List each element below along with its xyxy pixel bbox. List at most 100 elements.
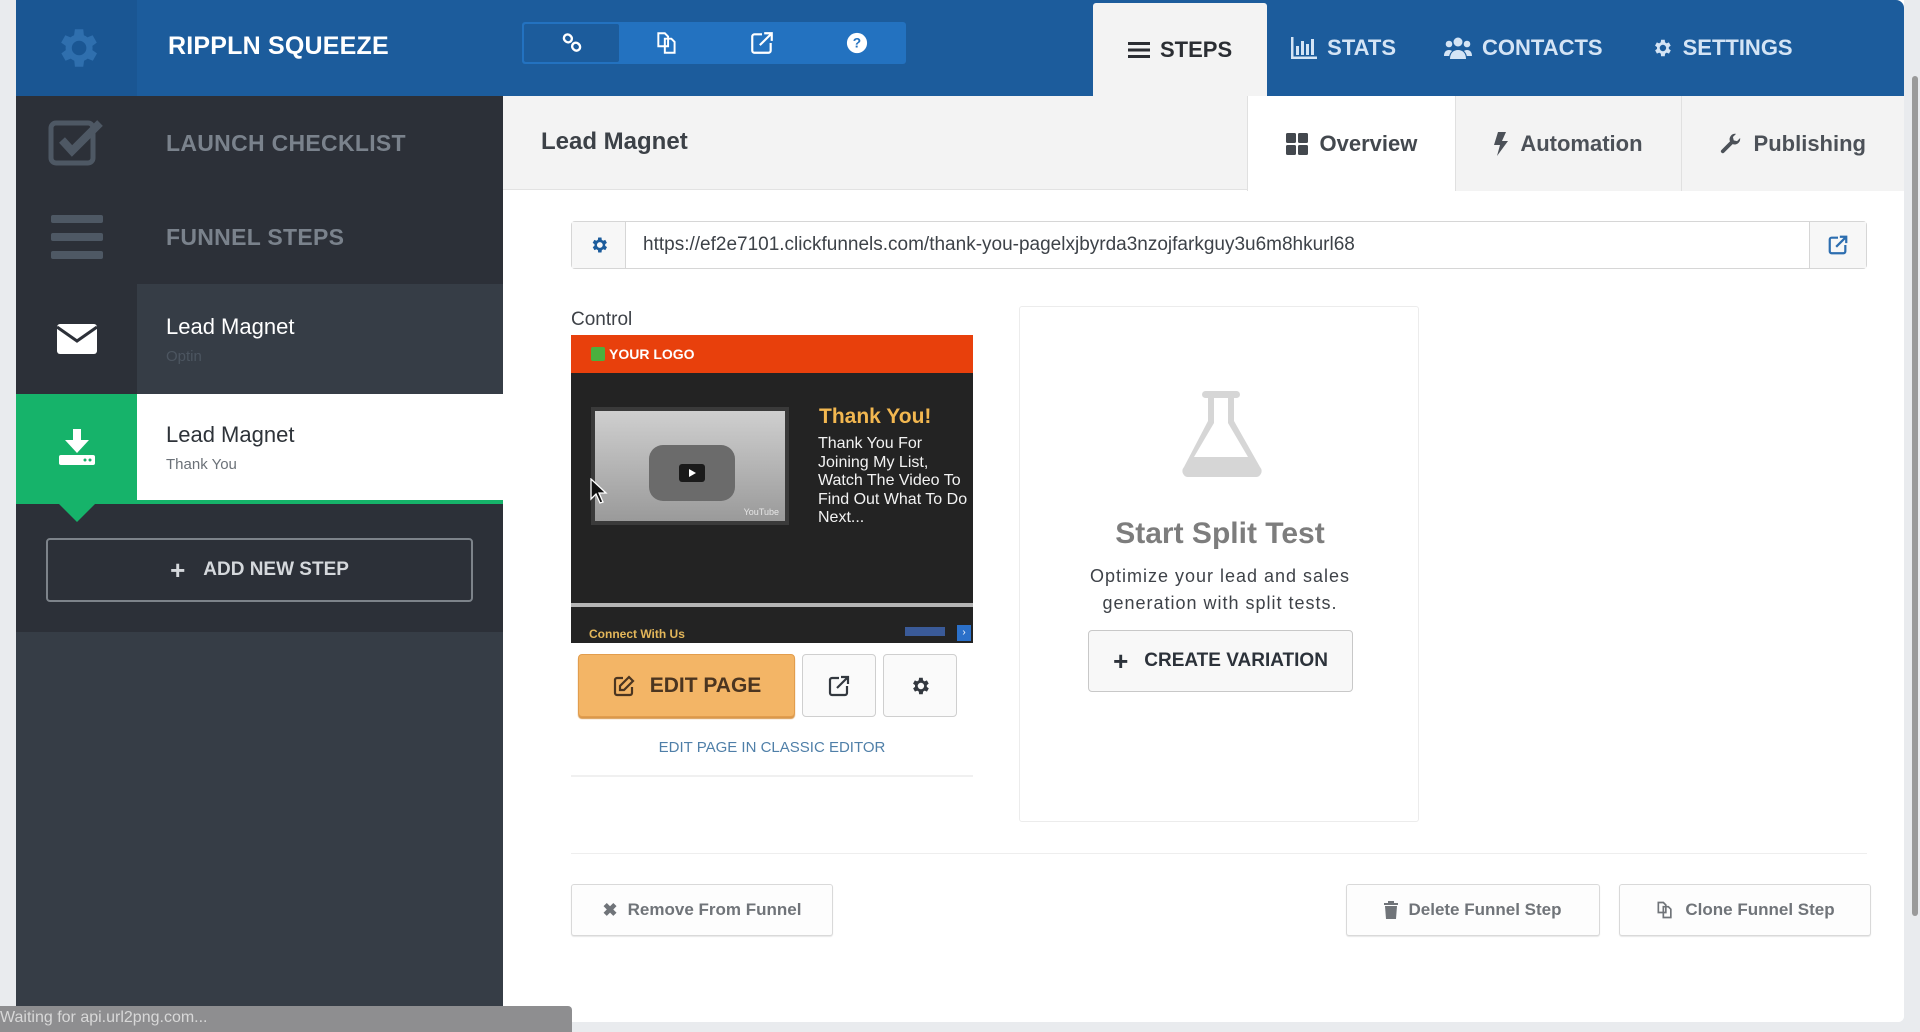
funnel-editor-app: RIPPLN SQUEEZE ? STEPS STATS CONTACTS SE… bbox=[16, 0, 1904, 1022]
delete-funnel-step-button[interactable]: Delete Funnel Step bbox=[1346, 884, 1600, 936]
close-icon: ✖ bbox=[602, 899, 618, 920]
sidebar-item-label: FUNNEL STEPS bbox=[166, 223, 345, 250]
funnel-step-item[interactable]: Lead Magnet Optin bbox=[16, 284, 503, 394]
preview-video: YouTube bbox=[591, 407, 789, 525]
logo-icon bbox=[591, 347, 605, 361]
step-header: Lead Magnet Overview Automation Publishi… bbox=[503, 96, 1904, 191]
wrench-icon bbox=[1720, 133, 1740, 153]
create-variation-label: CREATE VARIATION bbox=[1144, 650, 1328, 671]
remove-from-funnel-label: Remove From Funnel bbox=[627, 900, 802, 919]
grid-icon bbox=[1285, 132, 1308, 155]
create-variation-button[interactable]: + CREATE VARIATION bbox=[1088, 630, 1353, 692]
page-url-input[interactable] bbox=[626, 222, 1809, 268]
step-pointer bbox=[59, 504, 95, 522]
main-panel: Lead Magnet Overview Automation Publishi… bbox=[503, 96, 1904, 1022]
facebook-icon bbox=[905, 627, 945, 636]
nav-tab-label: STEPS bbox=[1160, 36, 1233, 62]
external-link-icon bbox=[1828, 235, 1848, 255]
gear-icon bbox=[60, 29, 97, 67]
edit-page-label: EDIT PAGE bbox=[649, 673, 762, 697]
plus-icon: + bbox=[1113, 646, 1129, 676]
edit-classic-editor-link[interactable]: EDIT PAGE IN CLASSIC EDITOR bbox=[571, 739, 973, 756]
step-name: Lead Magnet bbox=[166, 421, 295, 447]
nav-tab-contacts[interactable]: CONTACTS bbox=[1420, 0, 1627, 96]
page-url-bar bbox=[571, 221, 1867, 269]
tab-automation[interactable]: Automation bbox=[1455, 96, 1681, 191]
add-new-step-button[interactable]: + ADD NEW STEP bbox=[46, 538, 473, 602]
nav-tab-stats[interactable]: STATS bbox=[1267, 0, 1420, 96]
tab-overview[interactable]: Overview bbox=[1246, 96, 1456, 191]
preview-footer: Connect With Us bbox=[589, 627, 685, 641]
main-nav: STEPS STATS CONTACTS SETTINGS bbox=[1093, 0, 1817, 96]
app-menu-button[interactable] bbox=[16, 0, 137, 96]
play-button-icon bbox=[649, 445, 735, 501]
clone-funnel-step-button[interactable]: Clone Funnel Step bbox=[1619, 884, 1871, 936]
nav-tab-settings[interactable]: SETTINGS bbox=[1627, 0, 1817, 96]
envelope-icon bbox=[56, 324, 97, 354]
nav-tab-label: CONTACTS bbox=[1482, 35, 1603, 60]
preview-heading: Thank You! bbox=[819, 405, 932, 428]
browser-status-bar: Waiting for api.url2png.com... bbox=[0, 1006, 572, 1032]
edit-page-button[interactable]: EDIT PAGE bbox=[578, 654, 795, 717]
trash-icon bbox=[1384, 901, 1399, 919]
page-preview-thumbnail[interactable]: YOUR LOGO YouTube Thank You! Thank You F… bbox=[571, 335, 973, 643]
chevron-right-icon: › bbox=[957, 625, 971, 641]
mouse-cursor-icon bbox=[590, 478, 608, 504]
top-bar: RIPPLN SQUEEZE ? STEPS STATS CONTACTS SE… bbox=[16, 0, 1904, 96]
users-icon bbox=[1444, 37, 1472, 59]
sidebar: LAUNCH CHECKLIST FUNNEL STEPS Lead Magne… bbox=[16, 96, 503, 1022]
control-label: Control bbox=[571, 309, 633, 330]
nav-tab-label: STATS bbox=[1327, 35, 1396, 60]
remove-from-funnel-button[interactable]: ✖ Remove From Funnel bbox=[571, 884, 833, 936]
help-icon: ? bbox=[846, 32, 867, 54]
tab-label: Publishing bbox=[1753, 130, 1866, 156]
external-link-icon bbox=[750, 32, 773, 54]
step-tabs: Overview Automation Publishing bbox=[1246, 96, 1904, 191]
bolt-icon bbox=[1494, 131, 1509, 156]
step-type: Optin bbox=[166, 347, 202, 365]
step-name: Lead Magnet bbox=[166, 313, 295, 339]
funnel-step-item-selected[interactable]: Lead Magnet Thank You bbox=[16, 394, 503, 504]
add-step-area: + ADD NEW STEP bbox=[16, 504, 503, 632]
add-new-step-label: ADD NEW STEP bbox=[203, 559, 349, 580]
nav-tab-steps[interactable]: STEPS bbox=[1093, 3, 1268, 96]
gear-icon bbox=[913, 677, 929, 694]
delete-funnel-step-label: Delete Funnel Step bbox=[1408, 900, 1562, 919]
checkbox-icon bbox=[48, 120, 103, 166]
tab-label: Automation bbox=[1520, 130, 1643, 156]
menu-icon bbox=[50, 215, 103, 259]
flask-icon bbox=[1182, 391, 1262, 477]
external-link-icon bbox=[828, 675, 850, 696]
edit-icon bbox=[613, 674, 635, 696]
duplicate-button[interactable] bbox=[619, 24, 714, 62]
step-type: Thank You bbox=[166, 455, 237, 473]
preview-page-button[interactable] bbox=[802, 654, 876, 717]
funnel-title: RIPPLN SQUEEZE bbox=[168, 32, 389, 60]
link-icon bbox=[562, 33, 581, 52]
sidebar-item-launch-checklist[interactable]: LAUNCH CHECKLIST bbox=[16, 96, 503, 190]
preview-body: Thank You For Joining My List, Watch The… bbox=[818, 435, 968, 526]
tab-publishing[interactable]: Publishing bbox=[1680, 96, 1904, 191]
step-title: Lead Magnet bbox=[541, 128, 688, 155]
split-test-title: Start Split Test bbox=[1115, 517, 1325, 550]
page-scrollbar[interactable] bbox=[1912, 76, 1918, 916]
nav-tab-label: SETTINGS bbox=[1682, 35, 1793, 60]
gear-icon bbox=[1654, 39, 1671, 57]
bar-chart-icon bbox=[1291, 37, 1318, 59]
copy-icon bbox=[1657, 901, 1673, 919]
split-test-description: Optimize your lead and sales generation … bbox=[1089, 566, 1351, 613]
sidebar-item-label: LAUNCH CHECKLIST bbox=[166, 129, 406, 156]
copy-icon bbox=[656, 32, 676, 54]
split-test-card: Start Split Test Optimize your lead and … bbox=[1019, 306, 1419, 822]
help-button[interactable]: ? bbox=[809, 24, 904, 62]
copy-link-button[interactable] bbox=[524, 24, 619, 62]
preview-logo-text: YOUR LOGO bbox=[609, 346, 695, 362]
page-settings-button[interactable] bbox=[883, 654, 957, 717]
sidebar-item-funnel-steps[interactable]: FUNNEL STEPS bbox=[16, 190, 503, 284]
open-funnel-button[interactable] bbox=[714, 24, 809, 62]
tab-label: Overview bbox=[1319, 130, 1418, 156]
open-url-button[interactable] bbox=[1809, 222, 1866, 268]
preview-video-brand: YouTube bbox=[743, 507, 779, 517]
clone-funnel-step-label: Clone Funnel Step bbox=[1685, 900, 1835, 919]
url-settings-button[interactable] bbox=[572, 222, 626, 268]
